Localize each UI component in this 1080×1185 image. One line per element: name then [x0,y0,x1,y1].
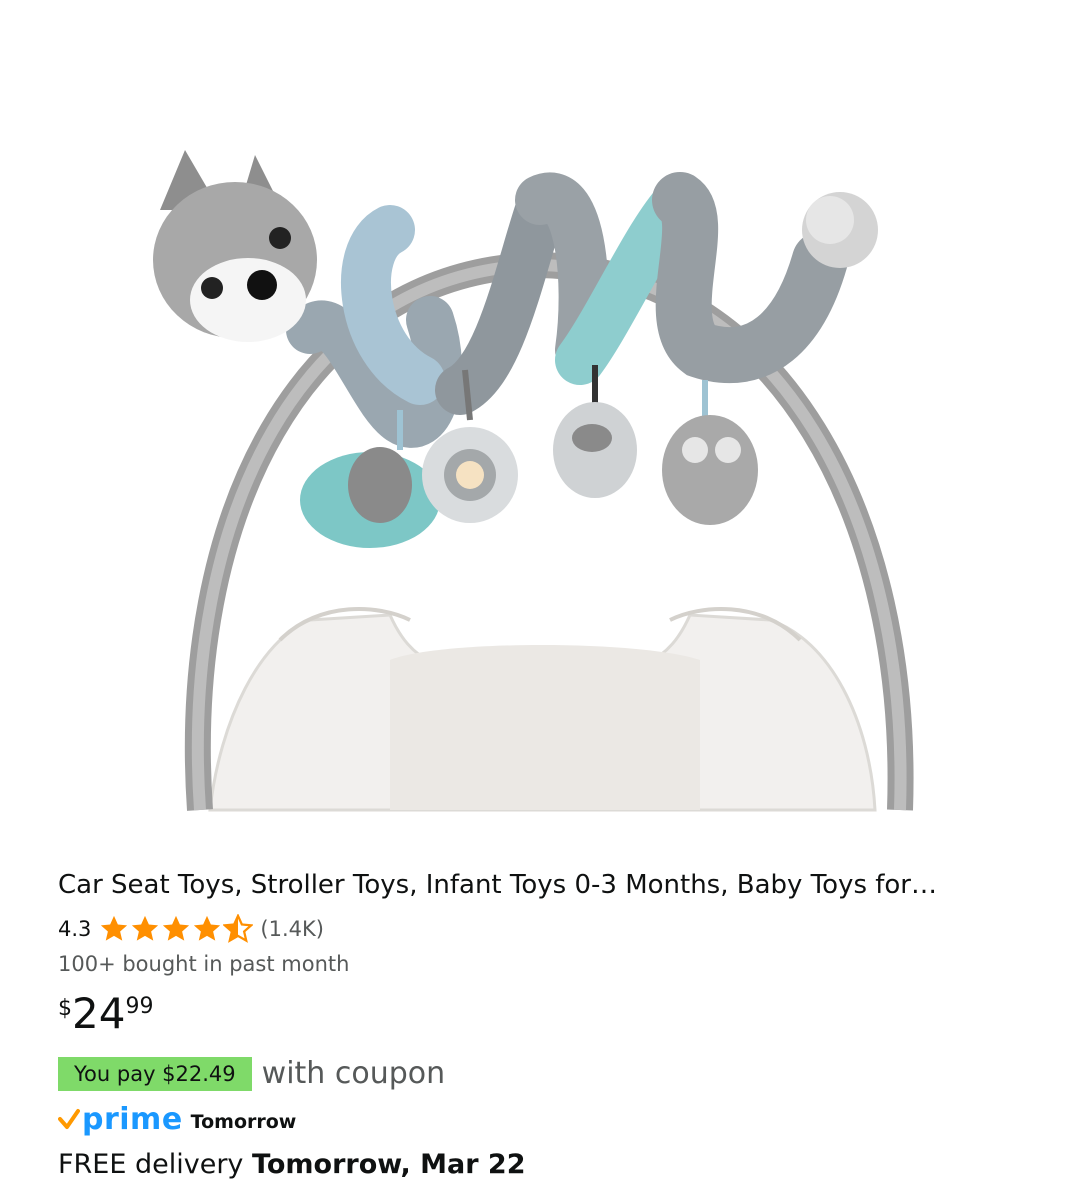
prime-badge: prime Tomorrow [58,1101,1040,1137]
star-icon [101,915,128,941]
coupon-row: You pay $22.49 with coupon [58,1056,1040,1091]
price: $ 24 99 [58,990,1040,1046]
product-image[interactable] [140,120,940,820]
price-symbol: $ [58,996,72,1021]
star-icon [194,915,221,941]
bought-count: 100+ bought in past month [58,952,350,976]
product-photo [153,150,914,812]
product-info: Car Seat Toys, Stroller Toys, Infant Toy… [58,866,1040,1180]
half-star-icon [223,914,254,943]
price-fraction: 99 [125,994,154,1019]
star-rating [99,914,254,944]
delivery-date: Tomorrow, Mar 22 [252,1149,526,1180]
delivery-prefix: FREE delivery [58,1149,244,1180]
coupon-text: with coupon [261,1056,446,1091]
prime-check-icon [58,1109,80,1129]
rating-value: 4.3 [58,917,92,941]
prime-speed: Tomorrow [190,1111,297,1133]
price-whole: 24 [72,989,126,1038]
rating-row[interactable]: 4.3 (1.4K) [58,912,1040,946]
product-title[interactable]: Car Seat Toys, Stroller Toys, Infant Toy… [58,866,1018,904]
review-count[interactable]: (1.4K) [260,917,324,941]
coupon-badge: You pay $22.49 [58,1056,252,1091]
delivery-info: FREE delivery Tomorrow, Mar 22 [58,1149,1040,1180]
prime-logo: prime [82,1101,183,1137]
star-icon [132,915,159,941]
star-icon [163,915,190,941]
